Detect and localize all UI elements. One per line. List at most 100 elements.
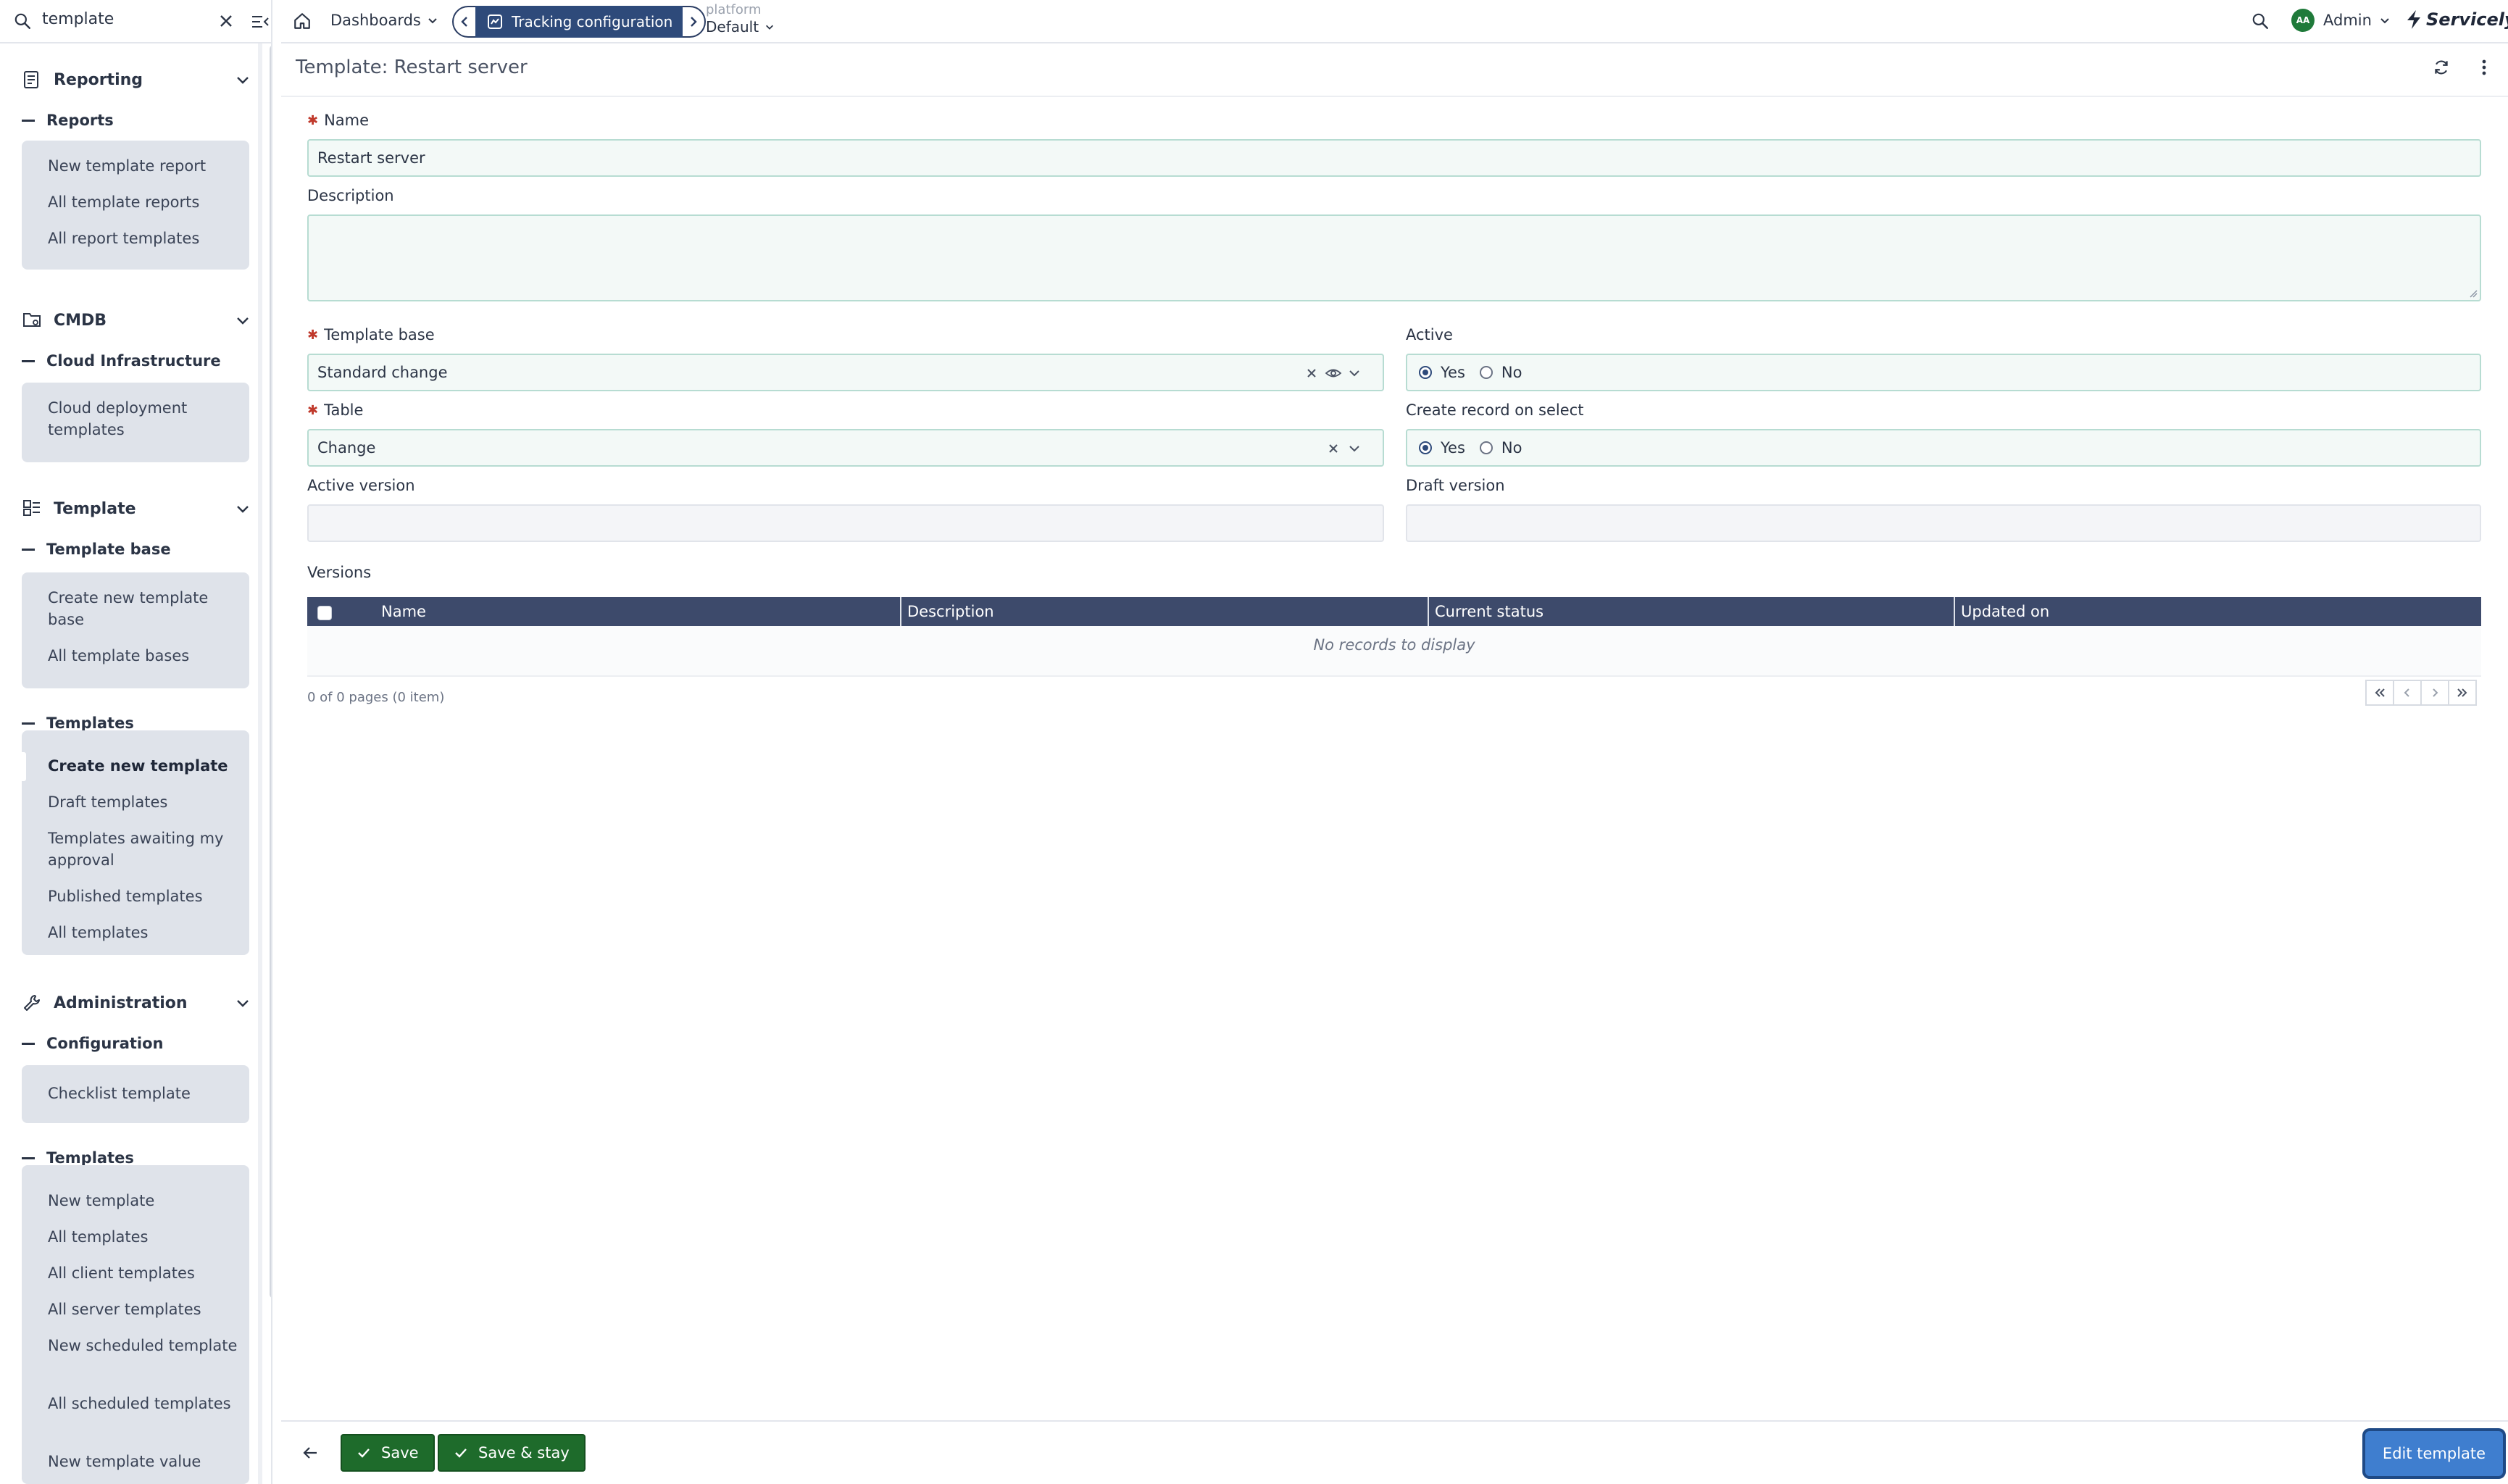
sidebar-item-create-new-template-base[interactable]: Create new template base	[48, 587, 243, 630]
sidebar-item-new-template[interactable]: New template	[48, 1190, 243, 1212]
description-field[interactable]	[307, 214, 2481, 301]
sidebar-item-all-templates[interactable]: All templates	[48, 922, 243, 943]
group-configuration-items: Checklist template	[22, 1065, 249, 1123]
column-header-description[interactable]: Description	[900, 597, 1426, 626]
radio-yes-checked[interactable]	[1419, 366, 1432, 379]
column-header-name[interactable]: Name	[375, 597, 896, 626]
avatar: AA	[2291, 9, 2315, 32]
previous-tab-button[interactable]	[452, 6, 475, 38]
radio-no[interactable]	[1479, 366, 1493, 379]
section-reporting[interactable]: Reporting	[22, 64, 251, 96]
next-tab-button[interactable]	[683, 6, 707, 38]
radio-no[interactable]	[1479, 441, 1493, 454]
sidebar-item-cloud-deployment-templates[interactable]: Cloud deployment templates	[48, 397, 243, 441]
chevron-left-icon	[2404, 688, 2409, 697]
sidebar-item-create-new-template[interactable]: Create new template	[48, 755, 243, 777]
sidebar-scrollbar[interactable]	[270, 45, 271, 1298]
sidebar-item-all-server-templates[interactable]: All server templates	[48, 1298, 243, 1320]
user-name: Admin	[2323, 12, 2372, 29]
sidebar-item-published-templates[interactable]: Published templates	[48, 885, 243, 907]
chevron-down-icon[interactable]	[235, 313, 251, 329]
sidebar-item-templates-awaiting-my-approval[interactable]: Templates awaiting my approval	[48, 828, 243, 871]
template-icon	[22, 499, 42, 519]
active-version-label-text: Active version	[307, 477, 415, 494]
save-button[interactable]: Save	[341, 1434, 435, 1472]
collapse-menu-icon[interactable]	[251, 13, 270, 30]
table-field[interactable]: Change	[307, 429, 1384, 467]
sidebar-item-all-templates-admin[interactable]: All templates	[48, 1226, 243, 1248]
clear-search-icon[interactable]	[217, 12, 235, 30]
refresh-icon[interactable]	[2432, 58, 2451, 77]
preview-eye-icon[interactable]	[1325, 366, 1342, 380]
clear-field-icon[interactable]	[1326, 441, 1341, 456]
collapse-dash-icon	[22, 119, 35, 122]
dashboards-label: Dashboards	[330, 12, 421, 29]
resize-grip-icon[interactable]	[2469, 289, 2478, 298]
sidebar-item-new-template-report[interactable]: New template report	[48, 155, 243, 177]
group-templates-items: Create new template Draft templates Temp…	[22, 730, 249, 955]
sidebar-item-all-report-templates[interactable]: All report templates	[48, 228, 243, 249]
sidebar-item-all-client-templates[interactable]: All client templates	[48, 1262, 243, 1284]
more-options-icon[interactable]	[2480, 58, 2488, 77]
edit-template-button[interactable]: Edit template	[2365, 1431, 2503, 1476]
previous-page-button[interactable]	[2393, 680, 2422, 706]
chevron-down-icon	[428, 18, 437, 24]
group-cloud-infrastructure[interactable]: Cloud Infrastructure	[22, 346, 221, 375]
template-base-field[interactable]: Standard change	[307, 354, 1384, 391]
sidebar-item-draft-templates[interactable]: Draft templates	[48, 791, 243, 813]
draft-version-field[interactable]	[1406, 504, 2481, 542]
create-record-no-option[interactable]: No	[1479, 439, 1522, 457]
back-arrow-icon[interactable]	[301, 1445, 319, 1461]
global-search-icon[interactable]	[2251, 12, 2270, 30]
tab-tracking-configuration[interactable]: Tracking configuration	[475, 6, 683, 38]
group-title: Cloud Infrastructure	[46, 352, 221, 370]
column-header-current-status[interactable]: Current status	[1428, 597, 1954, 626]
chevron-down-icon[interactable]	[235, 501, 251, 517]
active-no-option[interactable]: No	[1479, 364, 1522, 381]
sidebar-item-all-template-bases[interactable]: All template bases	[48, 645, 243, 667]
section-cmdb[interactable]: CMDB	[22, 304, 251, 336]
sidebar-search-input[interactable]: template	[42, 10, 114, 28]
user-menu[interactable]: AA Admin	[2291, 9, 2391, 32]
create-record-no-label: No	[1501, 439, 1522, 457]
sidebar-item-new-scheduled-template[interactable]: New scheduled template	[48, 1335, 243, 1356]
sidebar-menu: Reporting Reports New template report Al…	[0, 43, 264, 1484]
group-configuration[interactable]: Configuration	[22, 1029, 163, 1058]
chevron-down-icon[interactable]	[1348, 366, 1361, 380]
group-template-base[interactable]: Template base	[22, 535, 171, 564]
checkmark-icon	[455, 1448, 467, 1458]
radio-yes-checked[interactable]	[1419, 441, 1432, 454]
active-yes-option[interactable]: Yes	[1419, 364, 1465, 381]
first-page-button[interactable]	[2365, 680, 2394, 706]
next-page-button[interactable]	[2420, 680, 2449, 706]
save-and-stay-button[interactable]: Save & stay	[438, 1434, 586, 1472]
section-template[interactable]: Template	[22, 493, 251, 525]
form-area: Template: Restart server ✱ Name Restart …	[281, 45, 2508, 1484]
chevron-down-icon[interactable]	[1348, 441, 1361, 456]
sidebar-item-all-scheduled-templates[interactable]: All scheduled templates	[48, 1393, 243, 1414]
sidebar-item-checklist-template[interactable]: Checklist template	[48, 1083, 243, 1104]
select-all-checkbox[interactable]	[317, 606, 332, 620]
group-reports[interactable]: Reports	[22, 106, 114, 135]
sidebar-item-new-template-value[interactable]: New template value	[48, 1451, 243, 1472]
home-icon[interactable]	[293, 12, 312, 30]
edit-template-label: Edit template	[2382, 1445, 2486, 1462]
clear-field-icon[interactable]	[1304, 366, 1319, 380]
collapse-dash-icon	[22, 1042, 35, 1045]
name-field[interactable]: Restart server	[307, 139, 2481, 177]
platform-selector[interactable]: platform Default	[706, 3, 775, 36]
chevron-down-icon	[766, 25, 774, 30]
create-record-yes-option[interactable]: Yes	[1419, 439, 1465, 457]
description-label: Description	[307, 187, 394, 204]
sidebar-item-all-template-reports[interactable]: All template reports	[48, 191, 243, 213]
active-version-field[interactable]	[307, 504, 1384, 542]
active-no-label: No	[1501, 364, 1522, 381]
cmdb-folder-icon	[22, 310, 42, 330]
section-administration[interactable]: Administration	[22, 987, 251, 1019]
last-page-button[interactable]	[2448, 680, 2477, 706]
chevron-down-icon[interactable]	[235, 72, 251, 88]
column-header-updated-on[interactable]: Updated on	[1954, 597, 2480, 626]
dashboards-menu[interactable]: Dashboards	[330, 12, 438, 29]
chevron-down-icon[interactable]	[235, 996, 251, 1012]
draft-version-label-text: Draft version	[1406, 477, 1505, 494]
